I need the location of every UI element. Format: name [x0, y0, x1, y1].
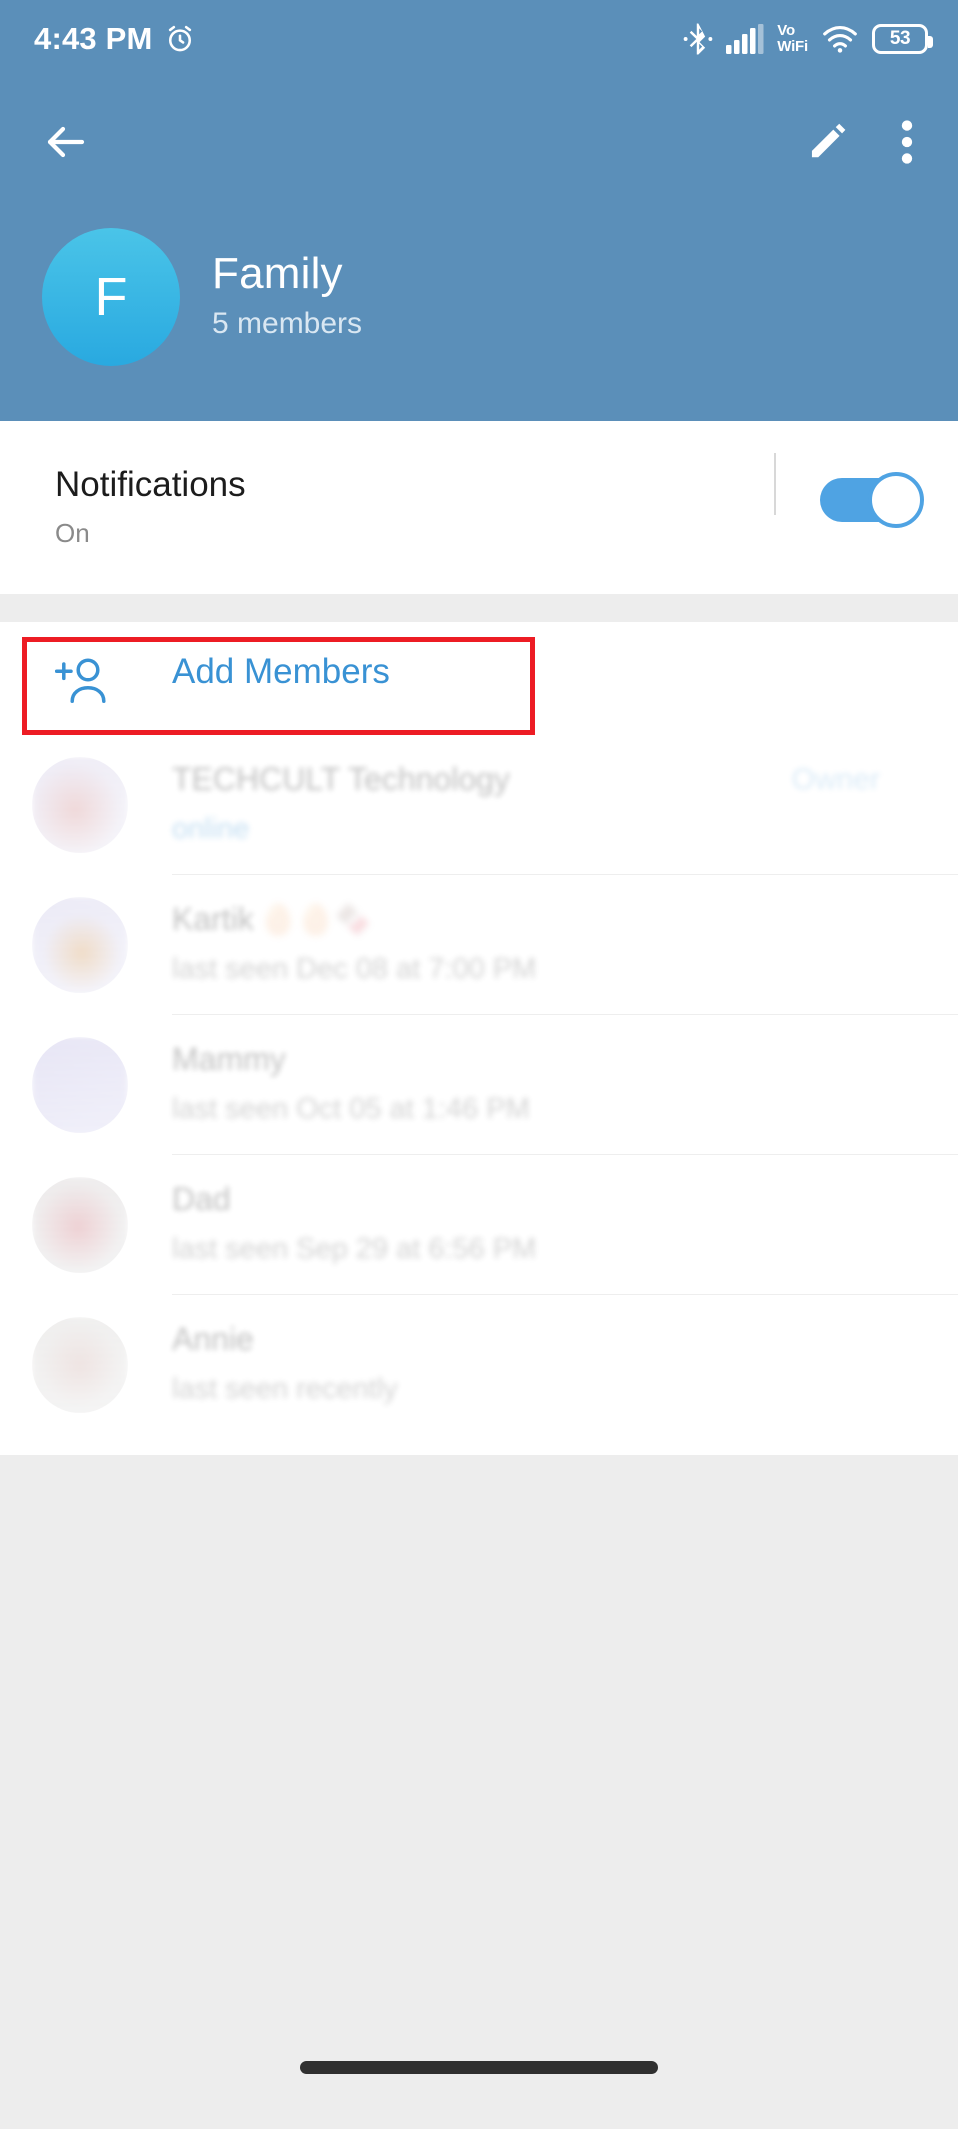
add-members-row[interactable]: Add Members: [0, 622, 958, 735]
back-arrow-icon[interactable]: [42, 118, 90, 166]
group-name: Family: [212, 249, 343, 298]
member-row[interactable]: Kartik 🥚🥚🍫 last seen Dec 08 at 7:00 PM: [0, 875, 958, 1015]
member-status: last seen recently: [172, 1373, 398, 1405]
notifications-state: On: [55, 518, 90, 548]
wifi-icon: [821, 24, 859, 54]
status-bar: 4:43 PM Vo WiFi 53: [0, 0, 958, 78]
action-bar: [0, 92, 958, 192]
phone-screen: 4:43 PM Vo WiFi 53 F Family 5 members No…: [0, 0, 958, 2129]
notifications-text: Notifications On: [55, 465, 246, 549]
page-background-lower: [0, 1455, 958, 2129]
group-avatar-initial: F: [94, 267, 128, 327]
toggle-knob: [868, 472, 924, 528]
member-status: last seen Oct 05 at 1:46 PM: [172, 1093, 530, 1125]
member-row[interactable]: Annie last seen recently: [0, 1295, 958, 1435]
bluetooth-icon: [683, 22, 713, 56]
section-gap: [0, 594, 958, 622]
status-bar-clock: 4:43 PM: [34, 21, 153, 56]
avatar: [32, 757, 128, 853]
member-row[interactable]: TECHCULT Technology online Owner: [0, 735, 958, 875]
add-person-icon: [55, 656, 111, 706]
member-name: TECHCULT Technology: [172, 761, 510, 797]
avatar: [32, 897, 128, 993]
members-card: Add Members TECHCULT Technology online O…: [0, 622, 958, 1455]
add-members-label: Add Members: [172, 652, 390, 691]
member-name: Dad: [172, 1181, 231, 1217]
member-row[interactable]: Mammy last seen Oct 05 at 1:46 PM: [0, 1015, 958, 1155]
avatar: [32, 1037, 128, 1133]
avatar: [32, 1317, 128, 1413]
group-avatar[interactable]: F: [42, 228, 180, 366]
status-bar-right: Vo WiFi 53: [683, 22, 933, 56]
vowifi-wifi-label: WiFi: [777, 38, 808, 55]
app-header: 4:43 PM Vo WiFi 53 F Family 5 members: [0, 0, 958, 421]
battery-indicator: 53: [872, 24, 933, 54]
member-status: last seen Sep 29 at 6:56 PM: [172, 1233, 537, 1265]
notifications-title: Notifications: [55, 465, 246, 504]
member-name: Kartik 🥚🥚🍫: [172, 901, 372, 937]
status-badge: Owner: [791, 763, 880, 796]
member-status: online: [172, 813, 250, 845]
home-gesture-pill[interactable]: [300, 2061, 658, 2074]
member-name-emoji: 🥚🥚🍫: [259, 904, 372, 937]
action-bar-right: [806, 119, 914, 165]
notifications-toggle[interactable]: [820, 472, 924, 528]
battery-percent: 53: [889, 28, 911, 49]
vowifi-vo-label: Vo: [777, 22, 795, 39]
vowifi-indicator: Vo WiFi: [777, 23, 808, 55]
cellular-signal-icon: [726, 24, 764, 54]
notifications-divider: [774, 453, 776, 515]
group-meta: Family 5 members: [212, 249, 362, 345]
alarm-clock-icon: [164, 23, 196, 55]
notifications-row[interactable]: Notifications On: [0, 421, 958, 594]
pencil-edit-icon[interactable]: [806, 121, 848, 163]
group-identity[interactable]: F Family 5 members: [42, 228, 362, 366]
member-name: Annie: [172, 1321, 254, 1357]
member-name: Mammy: [172, 1041, 286, 1077]
avatar: [32, 1177, 128, 1273]
status-bar-left: 4:43 PM: [34, 21, 196, 57]
member-status: last seen Dec 08 at 7:00 PM: [172, 953, 537, 985]
group-members-count: 5 members: [212, 307, 363, 340]
member-row[interactable]: Dad last seen Sep 29 at 6:56 PM: [0, 1155, 958, 1295]
more-vertical-icon[interactable]: [900, 119, 914, 165]
